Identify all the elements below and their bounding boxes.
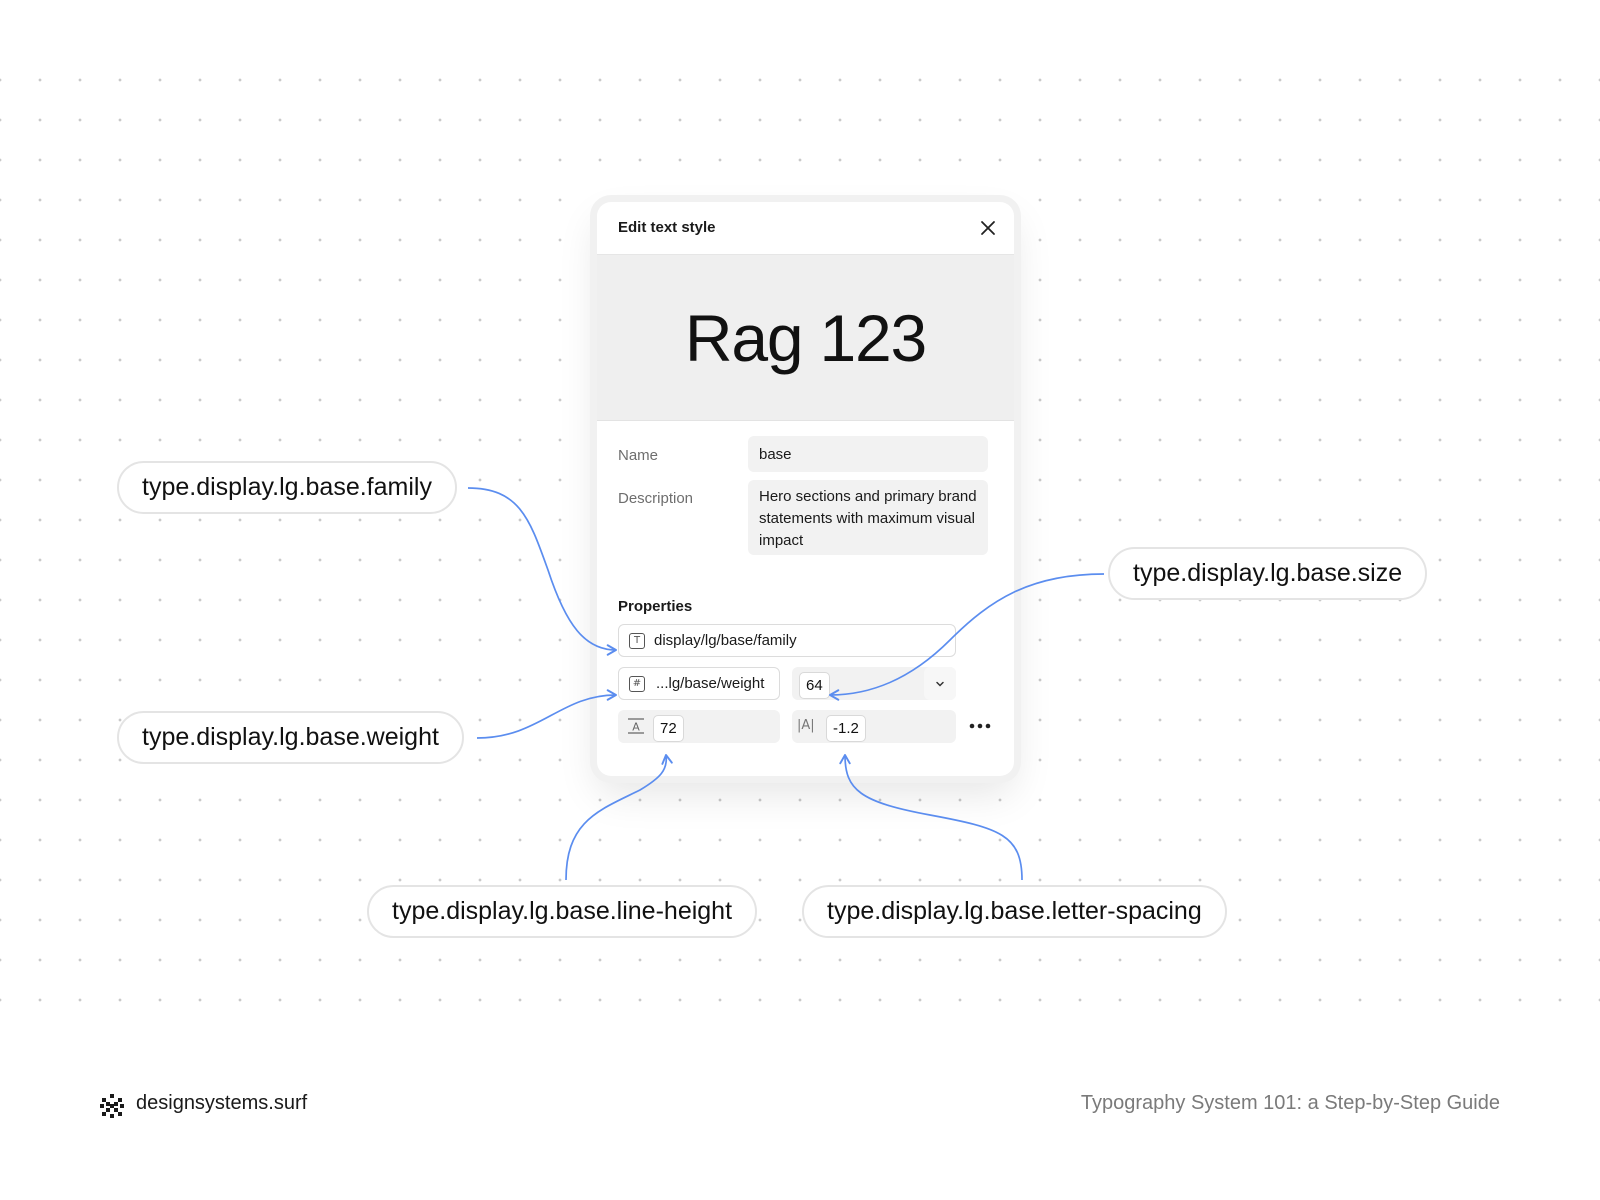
font-weight-value: ...lg/base/weight: [656, 675, 765, 692]
preview-text: Rag 123: [684, 300, 927, 375]
svg-text:A: A: [632, 721, 640, 734]
line-height-icon: A: [628, 718, 644, 734]
callout-letter-spacing: type.display.lg.base.letter-spacing: [802, 885, 1227, 938]
brand-logo-icon: [100, 1094, 124, 1118]
font-size-dropdown[interactable]: [924, 667, 956, 700]
properties-title: Properties: [618, 598, 693, 615]
description-label: Description: [618, 490, 694, 507]
close-icon[interactable]: [978, 218, 998, 238]
name-field[interactable]: base: [748, 436, 988, 472]
top-margin: [0, 0, 1600, 62]
font-family-field[interactable]: T display/lg/base/family: [618, 624, 956, 657]
chevron-down-icon: [936, 681, 944, 687]
name-label: Name: [618, 447, 659, 464]
panel-header: Edit text style: [597, 202, 1014, 255]
callout-weight: type.display.lg.base.weight: [117, 711, 464, 764]
letter-spacing-field[interactable]: [792, 710, 956, 743]
font-weight-field[interactable]: # ...lg/base/weight: [618, 667, 780, 700]
number-variable-icon: #: [629, 676, 645, 692]
font-family-value: display/lg/base/family: [654, 632, 797, 649]
edit-text-style-panel: Edit text style Rag 123 Name base Descri…: [597, 202, 1014, 776]
font-size-value: 64: [799, 672, 830, 699]
callout-size: type.display.lg.base.size: [1108, 547, 1428, 600]
brand-name[interactable]: designsystems.surf: [136, 1092, 307, 1115]
description-field[interactable]: Hero sections and primary brand statemen…: [748, 480, 988, 555]
panel-title: Edit text style: [618, 219, 716, 236]
text-icon: T: [629, 633, 645, 649]
weight-connector: [476, 689, 617, 739]
style-preview: Rag 123: [597, 255, 1014, 421]
footer-caption: Typography System 101: a Step-by-Step Gu…: [1080, 1092, 1500, 1114]
family-connector: [467, 487, 617, 656]
letter-spacing-value: -1.2: [826, 715, 866, 742]
callout-family: type.display.lg.base.family: [117, 461, 457, 514]
letter-spacing-icon: |A|: [797, 718, 815, 733]
callout-line-height: type.display.lg.base.line-height: [367, 885, 758, 938]
line-height-value: 72: [653, 715, 684, 742]
more-options-icon[interactable]: [968, 719, 992, 733]
